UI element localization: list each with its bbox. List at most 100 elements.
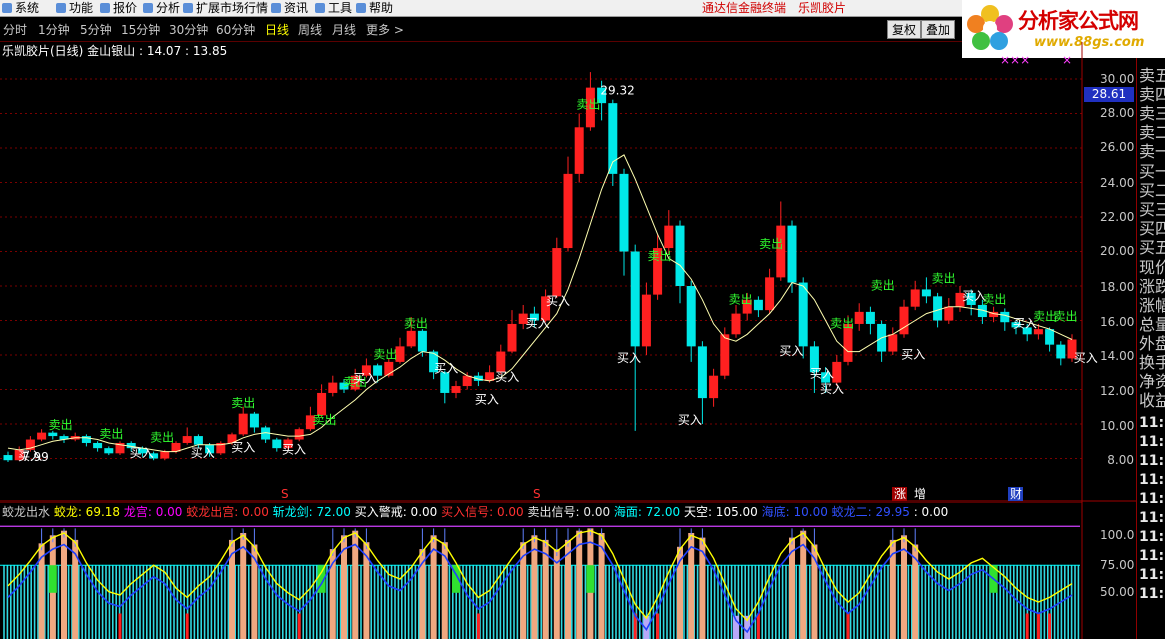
buy-zone-block [586, 565, 595, 593]
tick-time: 11:2 [1139, 548, 1165, 564]
candle-body [462, 375, 472, 387]
candle-body [238, 413, 248, 435]
period-tab-30min[interactable]: 30分钟 [169, 22, 208, 38]
overlay-button[interactable]: 叠加 [921, 20, 956, 39]
candle-body [709, 375, 719, 399]
legend-item: 蛟龙二: 29.95 [831, 505, 914, 519]
axis-tick-28: 28.00 [1100, 106, 1135, 120]
candle-body [608, 103, 618, 174]
candle-body [619, 173, 629, 252]
quote-row-label: 涨幅 [1139, 296, 1165, 315]
sell-signal-label: 卖出 [231, 396, 255, 410]
period-tab-more[interactable]: 更多 > [366, 22, 404, 38]
menu-item-news[interactable]: 资讯 [271, 0, 308, 17]
quote-row-label: 外盘 [1139, 334, 1165, 353]
buy-signal-label: 买入 [678, 413, 702, 427]
warning-bar [1025, 613, 1029, 639]
warning-bar [1048, 613, 1052, 639]
event-marker-zhang: 涨 [894, 486, 906, 501]
event-marker-zeng: 增 [914, 487, 926, 501]
candle-body [563, 173, 573, 249]
buy-signal-label: 买入 [130, 446, 154, 460]
axis-tick-10: 10.00 [1100, 419, 1135, 433]
buy-zone-block [48, 565, 57, 593]
terminal-title: 通达信金融终端 [702, 1, 787, 15]
candle-body [854, 311, 864, 324]
period-tab-15min[interactable]: 15分钟 [121, 22, 160, 38]
period-tab-daily[interactable]: 日线 [265, 22, 289, 38]
quote-row-label: 买一 [1139, 162, 1165, 181]
axis-tick-18: 18.00 [1100, 280, 1135, 294]
legend-item: 卖出信号: 0.00 [527, 505, 614, 519]
candle-body [451, 386, 461, 393]
candle-body [272, 439, 282, 449]
candle-body [182, 436, 192, 443]
quote-icon [100, 3, 110, 13]
help-icon [356, 3, 366, 13]
legend-item: 买入信号: 0.00 [441, 505, 528, 519]
buy-signal-label: 买入 [282, 442, 306, 456]
buy-signal-label: 买入 [353, 372, 377, 386]
buy-signal-label: 买入 [810, 366, 834, 380]
candle-body [3, 455, 13, 461]
buy-signal-label: 买入 [546, 294, 570, 308]
quote-row-label: 卖三 [1139, 104, 1165, 123]
menu-item-extended-market[interactable]: 扩展市场行情 [183, 0, 268, 17]
candle-body [160, 451, 170, 459]
event-marker-s: S [533, 487, 541, 501]
warning-bar [476, 613, 480, 639]
tick-time: 11:2 [1139, 453, 1165, 469]
period-tab-60min[interactable]: 60分钟 [216, 22, 255, 38]
candle-body [697, 346, 707, 399]
period-tab-weekly[interactable]: 周线 [298, 22, 322, 38]
menu-item-help[interactable]: 帮助 [356, 0, 393, 17]
candle-body [317, 392, 327, 416]
candle-body [193, 436, 203, 445]
period-tab-intraday[interactable]: 分时 [3, 22, 27, 38]
tick-time: 11:2 [1139, 567, 1165, 583]
sell-signal-label: 卖出 [576, 97, 600, 111]
legend-item: 斩龙剑: 72.00 [272, 505, 355, 519]
quote-row-label: 买四 [1139, 219, 1165, 238]
menu-item-quote[interactable]: 报价 [100, 0, 137, 17]
quote-row-label: 换手 [1139, 353, 1165, 372]
axis-tick-30: 30.00 [1100, 72, 1135, 86]
axis-tick-16: 16.00 [1100, 315, 1135, 329]
buy-signal-label: 买入 [820, 382, 844, 396]
candle-body [328, 382, 338, 393]
period-toolbar: 分时 1分钟 5分钟 15分钟 30分钟 60分钟 日线 周线 月线 更多 > … [0, 18, 962, 42]
indicator-chart[interactable] [0, 502, 1136, 639]
sell-signal-label: 卖出 [932, 272, 956, 286]
quote-row-label: 总量 [1139, 315, 1165, 334]
function-icon [56, 3, 66, 13]
sell-signal-label: 卖出 [150, 430, 174, 444]
buy-signal-label: 买入 [191, 446, 215, 460]
restore-rights-button[interactable]: 复权 [887, 20, 922, 39]
event-marker-cross: ××× [1000, 53, 1030, 67]
sell-signal-label: 卖出 [830, 316, 854, 330]
axis-tick-14: 14.00 [1100, 349, 1135, 363]
menu-item-function[interactable]: 功能 [56, 0, 93, 17]
legend-item: 海面: 72.00 [613, 505, 684, 519]
warning-bar [656, 613, 660, 639]
axis-tick-20: 20.00 [1100, 244, 1135, 258]
candle-body [888, 334, 898, 352]
candle-body [910, 289, 920, 307]
axis-tick-8: 8.00 [1107, 453, 1134, 467]
period-tab-5min[interactable]: 5分钟 [80, 22, 112, 38]
buy-signal-label: 买入 [475, 392, 499, 406]
sell-signal-label: 卖出 [871, 278, 895, 292]
period-tab-monthly[interactable]: 月线 [332, 22, 356, 38]
candle-body [787, 225, 797, 283]
news-icon [271, 3, 281, 13]
menu-item-analysis[interactable]: 分析 [143, 0, 180, 17]
menu-item-tools[interactable]: 工具 [315, 0, 352, 17]
candle-body [731, 313, 741, 335]
period-tab-1min[interactable]: 1分钟 [38, 22, 70, 38]
candle-body [104, 448, 114, 454]
buy-signal-label: 买入 [617, 351, 641, 365]
menu-item-system[interactable]: 系统 [2, 0, 39, 17]
candlestick-chart[interactable]: 买入卖出卖出买入卖出买入 买入卖出买入卖出卖出买入卖出卖出买入买入买入买入买入卖出… [0, 42, 1136, 502]
candle-body [417, 330, 427, 352]
legend-item: 天空: 105.00 [683, 505, 762, 519]
